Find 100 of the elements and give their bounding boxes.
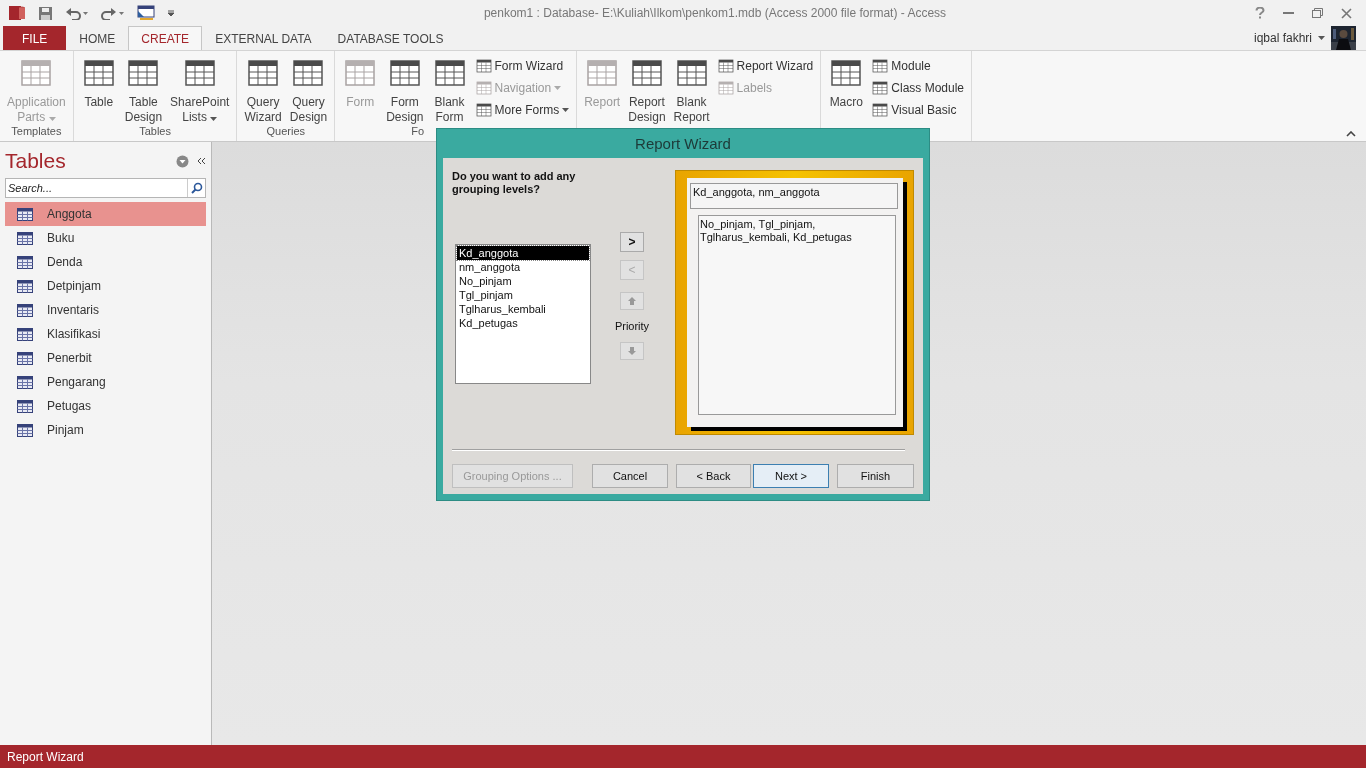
table-icon [17, 423, 33, 437]
dialog-title: Report Wizard [634, 134, 732, 154]
grid-icon [872, 80, 889, 96]
pane-title: Tables [5, 149, 67, 173]
table-item[interactable]: Pinjam [5, 418, 206, 442]
dropdown-icon[interactable] [176, 154, 189, 168]
table-icon [17, 303, 33, 317]
table-item[interactable]: Petugas [5, 394, 206, 418]
ribbon-tab[interactable]: EXTERNAL DATA [202, 26, 325, 50]
ribbon-tab[interactable]: FILE [3, 26, 67, 50]
search-input[interactable]: Search... [6, 182, 187, 194]
dialog-button[interactable]: Finish [837, 464, 914, 488]
restore-icon[interactable] [1312, 8, 1323, 18]
grid-icon [433, 57, 466, 89]
grid-icon [675, 57, 708, 89]
field-item[interactable]: Tglharus_kembali [457, 302, 589, 316]
ribbon-button[interactable]: SharePoint Lists [167, 53, 233, 125]
form-design-icon[interactable] [137, 5, 155, 21]
ribbon-button[interactable]: Blank Form [428, 53, 471, 125]
dialog-button[interactable]: < Back [676, 464, 751, 488]
grid-icon [292, 57, 325, 89]
ribbon-button[interactable]: Form Wizard [472, 55, 573, 77]
grid-icon [20, 57, 53, 89]
ribbon-button[interactable]: Class Module [869, 77, 967, 99]
ribbon-button[interactable]: Report Design [625, 53, 669, 125]
ribbon-button[interactable]: Module [869, 55, 967, 77]
collapse-pane-icon[interactable] [197, 157, 206, 165]
ribbon-button[interactable]: Macro [825, 53, 868, 124]
ribbon-button[interactable]: Report Wizard [714, 55, 817, 77]
grid-icon [82, 57, 115, 89]
search-icon[interactable] [187, 179, 205, 197]
grid-icon [183, 57, 216, 89]
redo-icon[interactable] [101, 6, 125, 20]
table-icon [17, 399, 33, 413]
group-label: Tables [138, 125, 172, 139]
ribbon-button[interactable]: Form Design [383, 53, 427, 125]
field-item[interactable]: Kd_petugas [457, 316, 589, 330]
table-icon [17, 255, 33, 269]
table-icon [17, 231, 33, 245]
ribbon-button[interactable]: Table Design [121, 53, 166, 125]
group-header-text: Kd_anggota, nm_anggota [690, 183, 898, 209]
customize-icon[interactable] [167, 9, 175, 17]
field-item[interactable]: Tgl_pinjam [457, 288, 589, 302]
ribbon-button[interactable]: Visual Basic [869, 99, 967, 121]
field-item[interactable]: nm_anggota [457, 260, 589, 274]
table-item[interactable]: Penerbit [5, 346, 206, 370]
table-icon [17, 279, 33, 293]
status-text: Report Wizard [0, 745, 1366, 768]
ribbon-button[interactable]: More Forms [472, 99, 573, 121]
ribbon-tab[interactable]: HOME [66, 26, 129, 50]
table-icon [17, 375, 33, 389]
collapse-ribbon-icon[interactable] [1346, 131, 1356, 137]
close-icon[interactable] [1341, 7, 1352, 19]
table-icon [17, 207, 33, 221]
grid-icon [872, 102, 889, 118]
grid-icon [630, 57, 663, 89]
minimize-icon[interactable] [1283, 11, 1294, 15]
table-item[interactable]: Inventaris [5, 298, 206, 322]
table-item[interactable]: Anggota [5, 202, 206, 226]
grid-icon [344, 57, 377, 89]
undo-icon[interactable] [65, 6, 89, 20]
grid-icon [475, 102, 492, 118]
move-button[interactable]: > [620, 232, 644, 252]
grid-icon [475, 58, 492, 74]
detail-text: No_pinjam, Tgl_pinjam, [700, 218, 817, 231]
table-item[interactable]: Buku [5, 226, 206, 250]
save-icon[interactable] [38, 5, 53, 21]
field-item[interactable]: No_pinjam [457, 274, 589, 288]
ribbon-tab[interactable]: CREATE [128, 26, 203, 50]
table-item[interactable]: Pengarang [5, 370, 206, 394]
field-item[interactable]: Kd_anggota [457, 246, 589, 260]
priority-label: Priority [614, 320, 650, 332]
table-icon [17, 351, 33, 365]
caret-icon [1318, 36, 1325, 40]
table-icon [17, 327, 33, 341]
table-item[interactable]: Denda [5, 250, 206, 274]
grid-icon [127, 57, 160, 89]
grid-icon [830, 57, 863, 89]
dialog-button[interactable]: Cancel [592, 464, 668, 488]
ribbon-button[interactable]: Query Wizard [241, 53, 285, 125]
grid-icon [717, 80, 734, 96]
grid-icon [388, 57, 421, 89]
search-field[interactable]: Search... [5, 178, 206, 198]
ribbon-button[interactable]: Query Design [286, 53, 331, 125]
user-name[interactable]: iqbal fakhri [1253, 31, 1312, 45]
group-label: Queries [265, 125, 307, 139]
group-label: Fo [410, 125, 425, 139]
dialog-button[interactable]: Next > [753, 464, 829, 488]
ribbon-button[interactable]: Blank Report [670, 53, 713, 125]
field-list[interactable]: Kd_anggota nm_anggota No_pinjam Tgl_pinjam Tglharus_kembali Kd_petugas [455, 244, 591, 384]
prompt-text: Do you want to add any grouping levels? [452, 170, 577, 196]
grid-icon [586, 57, 619, 89]
app-icon[interactable] [8, 4, 26, 22]
grid-icon [717, 58, 734, 74]
table-item[interactable]: Klasifikasi [5, 322, 206, 346]
ribbon-tab[interactable]: DATABASE TOOLS [324, 26, 457, 50]
table-item[interactable]: Detpinjam [5, 274, 206, 298]
ribbon-button[interactable]: Table [77, 53, 120, 125]
grid-icon [475, 80, 492, 96]
help-icon[interactable] [1255, 7, 1265, 19]
